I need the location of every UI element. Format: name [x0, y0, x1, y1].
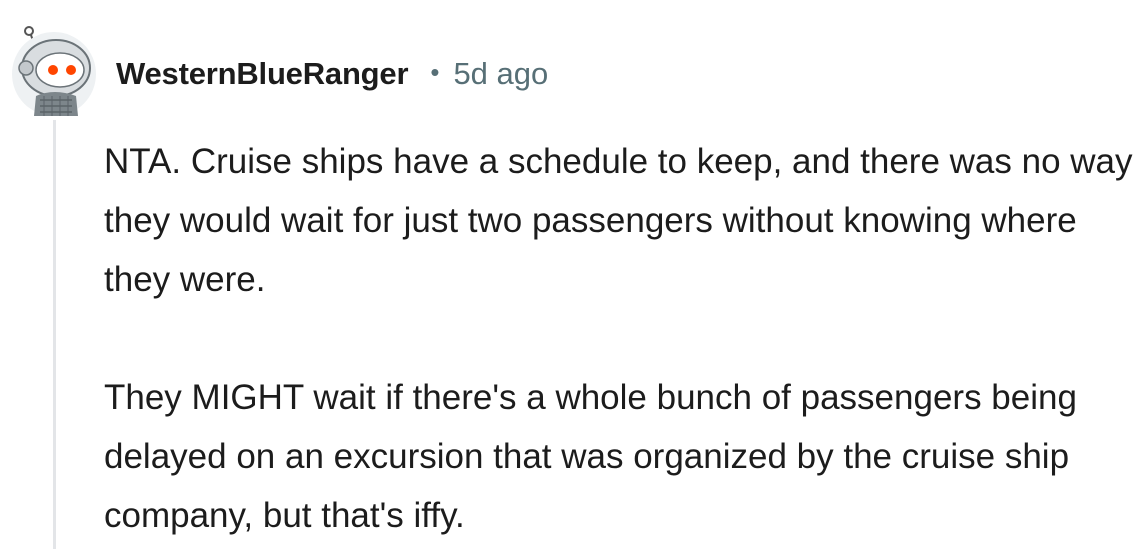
username-link[interactable]: WesternBlueRanger	[116, 56, 409, 92]
user-avatar[interactable]	[10, 26, 98, 118]
comment-body: NTA. Cruise ships have a schedule to kee…	[104, 132, 1144, 545]
comment-timestamp[interactable]: 5d ago	[453, 56, 548, 92]
comment-header: WesternBlueRanger • 5d ago	[116, 52, 548, 96]
thread-line[interactable]	[53, 120, 56, 549]
comment-paragraph: NTA. Cruise ships have a schedule to kee…	[104, 142, 1133, 299]
snoo-robot-avatar-icon	[12, 26, 96, 116]
meta-separator: •	[430, 56, 440, 87]
comment-paragraph: They MIGHT wait if there's a whole bunch…	[104, 378, 1077, 535]
